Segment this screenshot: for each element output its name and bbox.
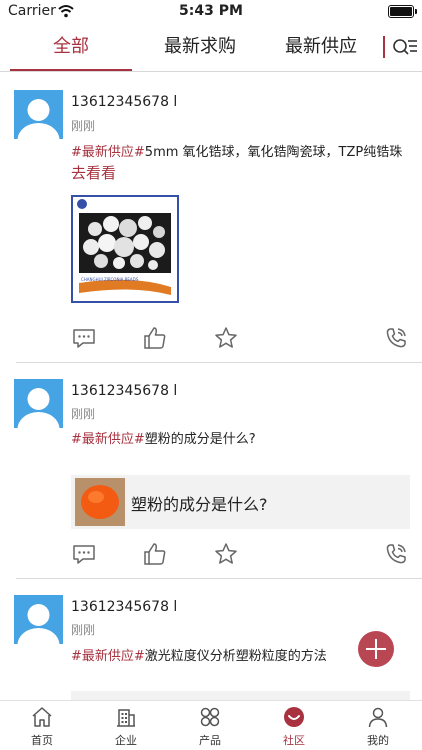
community-feed[interactable]: 13612345678 l 刚刚 #最新供应#5mm 氧化锆球，氧化锆陶瓷球，T… xyxy=(0,73,422,700)
search-icon[interactable] xyxy=(392,36,418,60)
category-tabs: 全部 最新求购 最新供应 xyxy=(0,24,422,72)
avatar[interactable] xyxy=(14,595,63,644)
comment-icon[interactable] xyxy=(71,541,97,567)
nav-label: 我的 xyxy=(367,734,389,747)
like-icon[interactable] xyxy=(142,325,168,351)
post-username[interactable]: 13612345678 l xyxy=(71,599,177,615)
post-time: 刚刚 xyxy=(71,407,96,421)
like-icon[interactable] xyxy=(142,541,168,567)
shared-article-card[interactable]: 塑粉的成分是什么? xyxy=(71,475,410,529)
tab-latest-supply[interactable]: 最新供应 xyxy=(262,24,380,71)
view-link[interactable]: 去看看 xyxy=(71,162,116,183)
post-username[interactable]: 13612345678 l xyxy=(71,383,177,399)
phone-call-icon[interactable] xyxy=(383,541,409,567)
post-time: 刚刚 xyxy=(71,623,96,637)
post-body: 激光粒度仪分析塑粉粒度的方法 xyxy=(144,649,327,664)
post-actions xyxy=(0,325,422,355)
post-username[interactable]: 13612345678 l xyxy=(71,94,177,110)
add-post-button[interactable] xyxy=(358,631,394,667)
grid-icon xyxy=(200,707,220,727)
post-card[interactable]: 13612345678 l 刚刚 #最新供应#激光粒度仪分析塑粉粒度的方法 xyxy=(0,579,422,700)
active-tab-indicator xyxy=(10,69,132,71)
user-icon xyxy=(368,707,388,728)
nav-community[interactable]: 社区 xyxy=(252,701,336,750)
default-avatar-icon xyxy=(17,99,60,139)
post-text: #最新供应#塑粉的成分是什么? xyxy=(71,429,416,450)
comment-icon[interactable] xyxy=(71,325,97,351)
avatar[interactable] xyxy=(14,90,63,139)
nav-products[interactable]: 产品 xyxy=(168,701,252,750)
nav-label: 企业 xyxy=(115,734,137,747)
shared-article-card[interactable] xyxy=(71,691,410,700)
favorite-star-icon[interactable] xyxy=(213,325,239,351)
nav-enterprise[interactable]: 企业 xyxy=(84,701,168,750)
post-card[interactable]: 13612345678 l 刚刚 #最新供应#5mm 氧化锆球，氧化锆陶瓷球，T… xyxy=(0,73,422,363)
orange-powder-image xyxy=(75,478,125,526)
tab-latest-purchase[interactable]: 最新求购 xyxy=(140,24,260,71)
tab-separator xyxy=(383,36,385,58)
nav-label: 产品 xyxy=(199,734,221,747)
post-text: #最新供应#5mm 氧化锆球，氧化锆陶瓷球，TZP纯锆珠 xyxy=(71,142,416,163)
post-tag[interactable]: #最新供应# xyxy=(71,145,145,160)
post-card[interactable]: 13612345678 l 刚刚 #最新供应#塑粉的成分是什么? 塑粉的成分是什… xyxy=(0,363,422,578)
default-avatar-icon xyxy=(17,388,60,428)
post-tag[interactable]: #最新供应# xyxy=(71,649,145,664)
post-body: 塑粉的成分是什么? xyxy=(144,432,256,447)
avatar[interactable] xyxy=(14,379,63,428)
article-title: 塑粉的成分是什么? xyxy=(131,495,268,514)
tab-all[interactable]: 全部 xyxy=(10,24,132,71)
post-tag[interactable]: #最新供应# xyxy=(71,432,145,447)
post-image[interactable]: CHANGHUI ZIRCONIA BEADS xyxy=(71,195,179,303)
image-caption: CHANGHUI ZIRCONIA BEADS xyxy=(81,277,139,282)
zirconia-beads-image: CHANGHUI ZIRCONIA BEADS xyxy=(73,197,177,301)
battery-icon xyxy=(388,5,417,18)
bottom-tab-bar: 首页 企业 产品 社区 我的 xyxy=(0,700,422,750)
favorite-star-icon[interactable] xyxy=(213,541,239,567)
phone-call-icon[interactable] xyxy=(383,325,409,351)
nav-label: 首页 xyxy=(31,734,53,747)
default-avatar-icon xyxy=(17,604,60,644)
post-body: 5mm 氧化锆球，氧化锆陶瓷球，TZP纯锆珠 xyxy=(144,145,403,160)
home-icon xyxy=(32,707,52,727)
building-icon xyxy=(117,709,135,727)
community-icon xyxy=(284,707,304,727)
clock: 5:43 PM xyxy=(179,3,243,19)
nav-label: 社区 xyxy=(283,734,305,747)
article-thumbnail xyxy=(75,478,125,526)
post-actions xyxy=(0,541,422,571)
post-time: 刚刚 xyxy=(71,119,96,133)
nav-home[interactable]: 首页 xyxy=(0,701,84,750)
status-bar: Carrier 5:43 PM xyxy=(0,0,422,24)
nav-mine[interactable]: 我的 xyxy=(336,701,420,750)
